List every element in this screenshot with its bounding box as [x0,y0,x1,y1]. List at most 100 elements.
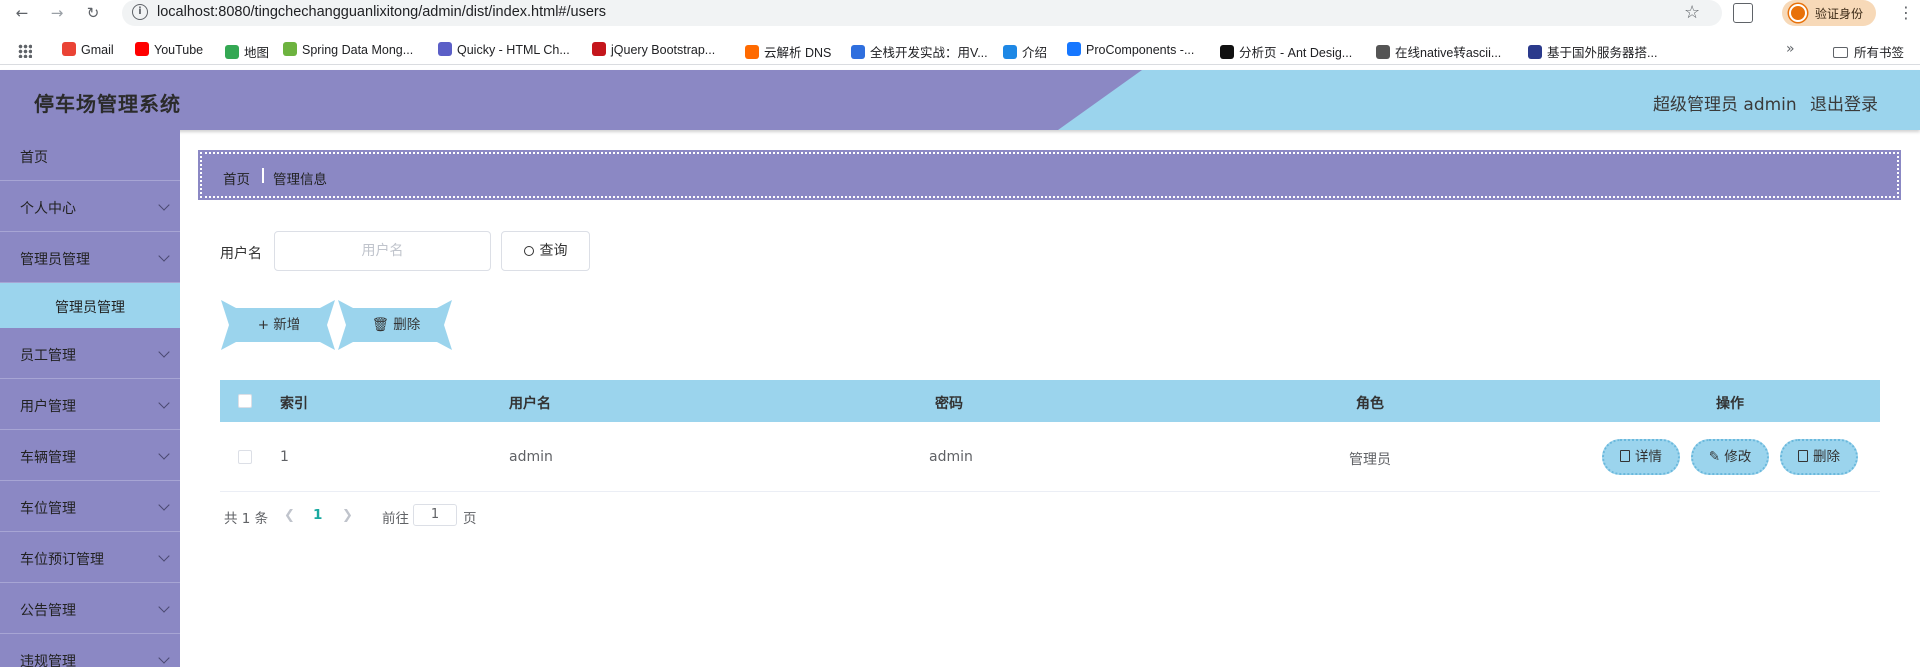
delete-button-wrap: 🗑 删除 [338,300,452,350]
profile-chip[interactable]: 验证身份 [1782,0,1876,26]
address-row: ← → ↻ i localhost:8080/tingchechangguanl… [0,0,1920,26]
cell-password: admin [929,449,973,465]
extensions-icon[interactable] [1733,3,1753,23]
sidebar-item[interactable]: 车位预订管理 [0,532,180,583]
chevron-down-icon [158,448,170,460]
bookmark-favicon-icon [438,42,452,56]
sidebar-item[interactable]: 车辆管理 [0,430,180,481]
breadcrumb-home[interactable]: 首页 [223,168,250,188]
address-bar[interactable]: i localhost:8080/tingchechangguanlixiton… [122,0,1722,26]
forward-icon[interactable]: → [48,4,66,22]
bookmark-item[interactable]: 云解析 DNS [745,42,831,60]
bookmark-favicon-icon [1067,42,1081,56]
next-page-icon[interactable]: ❯ [342,508,353,523]
sidebar-item-label: 违规管理 [20,654,76,667]
col-role: 角色 [1356,396,1384,412]
row-checkbox[interactable] [238,450,252,464]
url-text[interactable]: localhost:8080/tingchechangguanlixitong/… [157,4,606,20]
chevron-down-icon [158,346,170,358]
bookmark-item[interactable]: 介绍 [1003,42,1047,60]
detail-button-label: 详情 [1635,449,1662,465]
sidebar-item[interactable]: 员工管理 [0,328,180,379]
logout-link[interactable]: 退出登录 [1810,90,1878,115]
sidebar-item[interactable]: 管理员管理 [0,232,180,283]
prev-page-icon[interactable]: ❮ [284,508,295,523]
sidebar-item-label: 首页 [20,150,48,166]
bookmark-item[interactable]: 在线native转ascii... [1376,42,1501,60]
bookmark-favicon-icon [1003,45,1017,59]
bookmark-favicon-icon [592,42,606,56]
sidebar-item[interactable]: 首页 [0,130,180,181]
more-bookmarks-icon[interactable]: » [1786,41,1795,57]
search-icon [523,246,534,256]
bookmark-item[interactable]: 分析页 - Ant Desig... [1220,42,1352,60]
bookmark-item[interactable]: Spring Data Mong... [283,42,413,60]
sidebar-item[interactable]: 个人中心 [0,181,180,232]
sidebar-item-label: 车位管理 [20,501,76,517]
add-button[interactable]: + 新增 [236,308,322,342]
add-button-label: 新增 [273,317,301,333]
breadcrumb-separator [262,168,264,183]
sidebar-item[interactable]: 车位管理 [0,481,180,532]
sidebar-subitem-admin-manage[interactable]: 管理员管理 [0,283,180,328]
bookmark-label: Quicky - HTML Ch... [457,43,570,57]
search-button-label: 查询 [539,243,568,259]
bookmark-star-icon[interactable]: ☆ [1684,2,1700,23]
page-number-current[interactable]: 1 [313,507,322,523]
bookmark-favicon-icon [283,42,297,56]
col-password: 密码 [935,396,963,412]
all-bookmarks-folder[interactable]: 所有书签 [1833,42,1904,61]
site-info-icon[interactable]: i [132,4,148,20]
bookmark-item[interactable]: jQuery Bootstrap... [592,42,715,60]
bookmark-item[interactable]: ProComponents -... [1067,42,1194,60]
bookmark-item[interactable]: 地图 [225,42,269,60]
bookmark-item[interactable]: Gmail [62,42,114,60]
row-delete-button[interactable]: 删除 [1780,439,1858,475]
pagination-total: 共 1 条 [224,511,269,527]
bookmark-item[interactable]: YouTube [135,42,203,60]
sidebar-item-label: 个人中心 [20,201,76,217]
select-all-checkbox[interactable] [238,394,252,408]
goto-page-input[interactable]: 1 [413,504,457,526]
edit-button[interactable]: ✎ 修改 [1691,439,1769,475]
cell-role: 管理员 [1349,452,1391,468]
bookmark-label: Gmail [81,43,114,57]
breadcrumb: 首页 管理信息 [198,150,1901,200]
detail-button[interactable]: 详情 [1602,439,1680,475]
table-row: 1 admin admin 管理员 详情 ✎ 修改 删除 [220,422,1880,492]
sidebar-item-label: 员工管理 [20,348,76,364]
profile-label: 验证身份 [1815,7,1864,21]
search-username-input[interactable]: 用户名 [274,231,491,271]
apps-grid-icon[interactable] [18,44,32,58]
bookmark-item[interactable]: 全栈开发实战：用V... [851,42,988,60]
search-username-label: 用户名 [220,246,262,262]
bookmark-label: 在线native转ascii... [1395,46,1502,60]
browser-menu-icon[interactable]: ⋮ [1898,3,1914,22]
bookmark-label: 云解析 DNS [764,46,832,60]
col-username: 用户名 [509,396,551,412]
bookmark-favicon-icon [1376,45,1390,59]
bookmark-label: jQuery Bootstrap... [611,43,716,57]
sidebar-item[interactable]: 违规管理 [0,634,180,667]
bookmark-item[interactable]: Quicky - HTML Ch... [438,42,570,60]
bookmark-label: 分析页 - Ant Desig... [1239,46,1353,60]
chevron-down-icon [158,397,170,409]
batch-delete-button[interactable]: 🗑 删除 [353,308,439,342]
bookmark-label: YouTube [154,43,204,57]
cell-username: admin [509,449,553,465]
sidebar-item-label: 公告管理 [20,603,76,619]
chevron-down-icon [158,550,170,562]
row-delete-label: 删除 [1813,449,1840,465]
sidebar: 首页个人中心管理员管理员工管理用户管理车辆管理车位管理车位预订管理公告管理违规管… [0,130,180,667]
sidebar-item[interactable]: 用户管理 [0,379,180,430]
trash-icon [1798,450,1808,462]
back-icon[interactable]: ← [13,4,31,22]
document-icon [1620,450,1630,462]
app-header: 停车场管理系统 超级管理员 admin 退出登录 [0,70,1920,130]
sidebar-item-label: 用户管理 [20,399,76,415]
sidebar-item[interactable]: 公告管理 [0,583,180,634]
reload-icon[interactable]: ↻ [84,4,102,22]
col-actions: 操作 [1716,396,1744,412]
bookmark-item[interactable]: 基于国外服务器搭... [1528,42,1657,60]
search-button[interactable]: 查询 [501,231,590,271]
